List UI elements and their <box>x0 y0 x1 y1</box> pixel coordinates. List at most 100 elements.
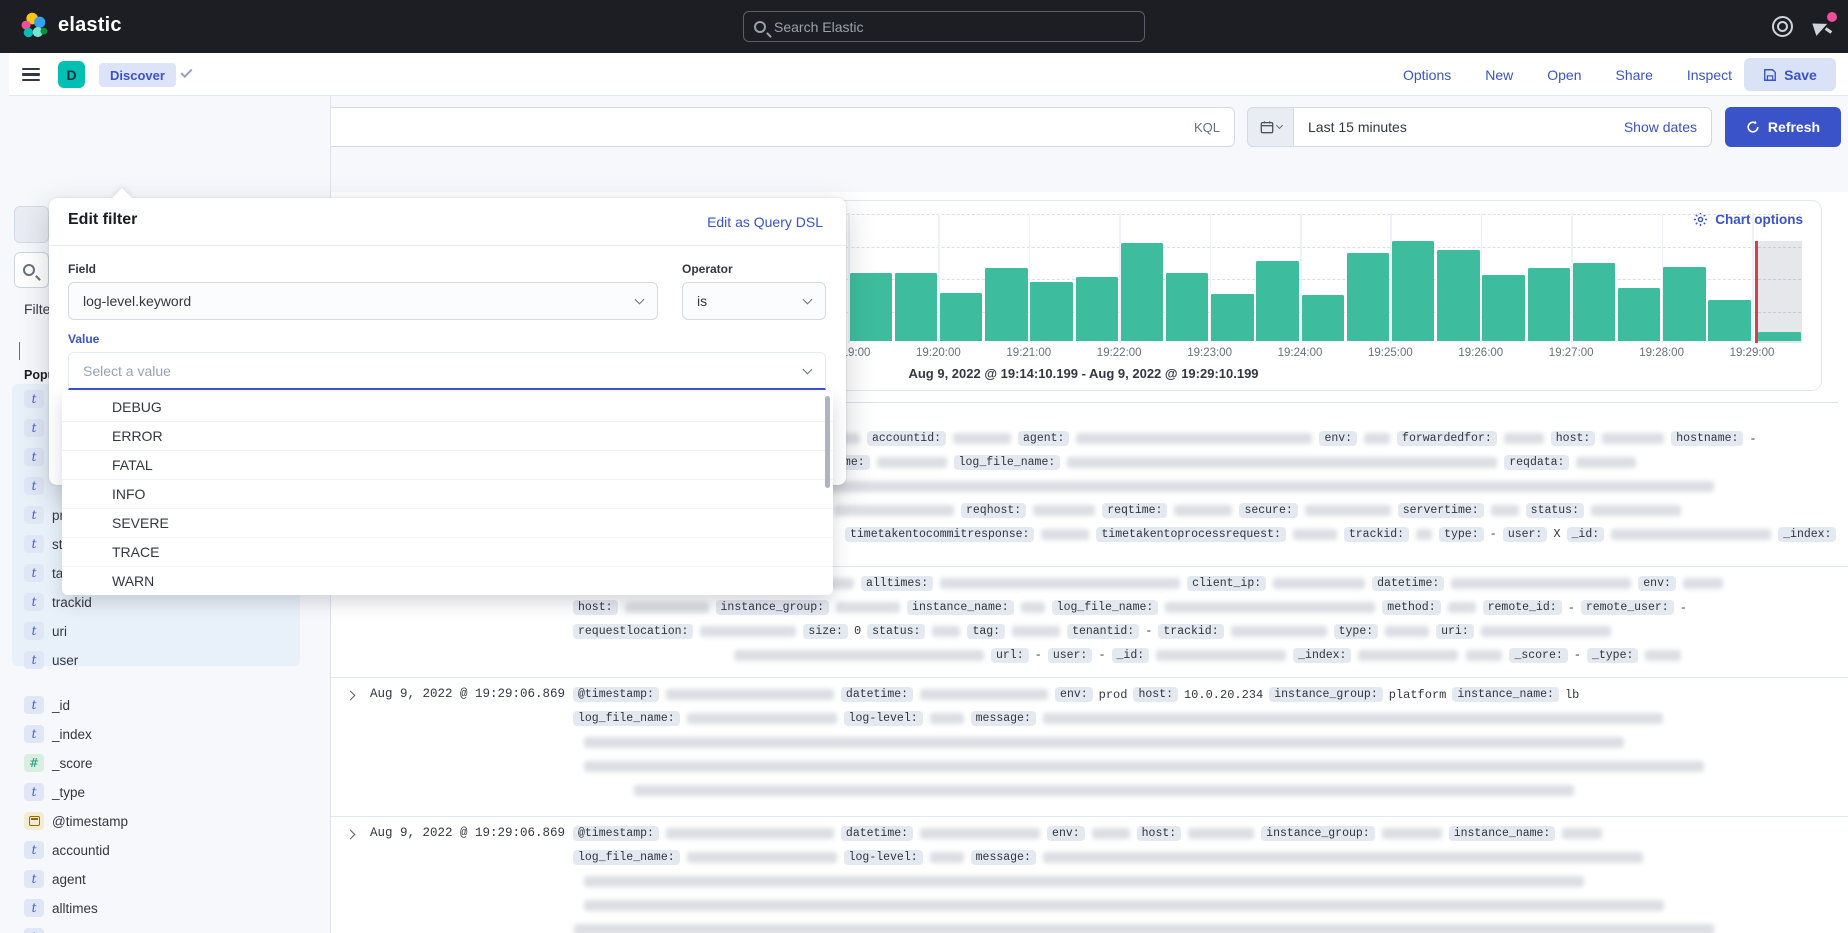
row-field-line: url:-user:-_id:_index:_score:-_type: <box>570 643 1840 667</box>
redacted-value <box>687 713 837 724</box>
sidebar-field-appname[interactable]: tappname <box>24 926 108 933</box>
row-fields: @timestamp:datetime:env:host:instance_gr… <box>570 822 1840 933</box>
operator-select[interactable]: is <box>682 282 826 320</box>
value-option-info[interactable]: INFO <box>62 479 833 508</box>
field-name-badge: instance_name: <box>1449 826 1556 841</box>
dropdown-scrollbar[interactable] <box>825 396 830 488</box>
query-language-button[interactable]: KQL <box>1194 120 1220 135</box>
row-field-line <box>570 893 1840 917</box>
field-name-badge: reqdata: <box>1504 455 1569 470</box>
redacted-value <box>1043 852 1643 863</box>
field-name-badge: message: <box>971 850 1036 865</box>
value-option-severe[interactable]: SEVERE <box>62 508 833 537</box>
field-label: trackid <box>52 595 92 610</box>
field-combobox[interactable]: log-level.keyword <box>68 282 658 320</box>
help-icon[interactable] <box>1772 16 1793 37</box>
histogram-bar <box>1663 267 1706 341</box>
histogram-bar <box>1708 300 1751 341</box>
field-name-badge: accountid: <box>867 431 946 446</box>
redacted-value <box>1293 529 1337 540</box>
field-search-input[interactable] <box>14 252 49 288</box>
value-option-trace[interactable]: TRACE <box>62 537 833 566</box>
histogram-bar <box>1302 295 1345 341</box>
field-label: Field <box>68 262 96 276</box>
histogram-bar <box>985 268 1028 341</box>
app-toolbar: D Discover Options New Open Share Inspect Sa… <box>9 53 1848 96</box>
toolbar-link-new[interactable]: New <box>1485 67 1513 83</box>
toolbar-link-share[interactable]: Share <box>1616 67 1653 83</box>
field-label: _type <box>52 785 85 800</box>
redacted-value <box>1611 529 1771 540</box>
sidebar-field-_type[interactable]: t_type <box>24 781 85 803</box>
redacted-value <box>920 689 1048 700</box>
field-label: st <box>52 537 63 552</box>
popular-field-hidden[interactable]: t <box>24 475 52 497</box>
expand-row-icon[interactable] <box>346 691 356 701</box>
popular-field-hidden[interactable]: t <box>24 388 52 410</box>
toolbar-link-options[interactable]: Options <box>1403 67 1451 83</box>
popular-field-user[interactable]: tuser <box>24 649 78 671</box>
accordion-chevron-icon[interactable] <box>19 342 20 360</box>
sidebar-field-alltimes[interactable]: talltimes <box>24 897 98 919</box>
field-name-badge: _score: <box>1509 648 1567 663</box>
histogram-bar <box>1166 273 1209 341</box>
string-field-icon: t <box>24 870 44 888</box>
edit-as-query-dsl-link[interactable]: Edit as Query DSL <box>707 214 823 230</box>
field-name-badge: type: <box>1334 624 1379 639</box>
toolbar-link-open[interactable]: Open <box>1547 67 1581 83</box>
value-option-fatal[interactable]: FATAL <box>62 450 833 479</box>
global-search-input[interactable]: Search Elastic <box>743 11 1145 42</box>
popular-field-st[interactable]: tst <box>24 533 63 555</box>
refresh-button[interactable]: Refresh <box>1725 107 1841 147</box>
string-field-icon: t <box>24 899 44 917</box>
redacted-value <box>1358 650 1458 661</box>
field-value: 10.0.20.234 <box>1184 688 1263 702</box>
sidebar-field-agent[interactable]: tagent <box>24 868 86 890</box>
sidebar-field-@timestamp[interactable]: @timestamp <box>24 810 128 832</box>
popular-field-hidden[interactable]: t <box>24 417 52 439</box>
show-dates-link[interactable]: Show dates <box>1624 119 1697 135</box>
redacted-value <box>1305 505 1391 516</box>
value-option-debug[interactable]: DEBUG <box>62 392 833 421</box>
time-range-control[interactable]: Last 15 minutes Show dates <box>1293 107 1712 147</box>
redacted-value <box>1273 578 1365 589</box>
field-name-badge: _index: <box>1778 527 1836 542</box>
toolbar-link-inspect[interactable]: Inspect <box>1687 67 1732 83</box>
time-range-value[interactable]: Last 15 minutes <box>1308 119 1624 135</box>
field-name-badge: env: <box>1319 431 1357 446</box>
breadcrumb-discover[interactable]: Discover <box>99 63 176 87</box>
popular-field-pr[interactable]: tpr <box>24 504 64 526</box>
value-combobox[interactable]: Select a value <box>68 352 826 390</box>
date-picker-menu-button[interactable] <box>1247 107 1294 147</box>
news-icon[interactable] <box>1812 17 1834 37</box>
sidebar-field-_score[interactable]: #_score <box>24 752 93 774</box>
sidebar-field-accountid[interactable]: taccountid <box>24 839 110 861</box>
value-option-error[interactable]: ERROR <box>62 421 833 450</box>
field-name-badge: forwardedfor: <box>1397 431 1497 446</box>
value-option-warn[interactable]: WARN <box>62 566 833 595</box>
histogram-bar <box>1211 294 1254 341</box>
redacted-value <box>1188 828 1254 839</box>
histogram-bar <box>1076 277 1119 341</box>
redacted-value <box>1645 650 1681 661</box>
expand-row-icon[interactable] <box>346 830 356 840</box>
popular-field-ta[interactable]: tta <box>24 562 63 584</box>
app-badge[interactable]: D <box>58 61 85 88</box>
field-name-badge: _id: <box>1567 527 1605 542</box>
field-name-badge: trackid: <box>1158 624 1223 639</box>
string-field-icon: t <box>24 390 44 408</box>
menu-icon[interactable] <box>22 68 40 81</box>
field-name-badge: trackid: <box>1344 527 1409 542</box>
save-button[interactable]: Save <box>1744 58 1836 91</box>
histogram-bar <box>1121 243 1164 341</box>
refresh-button-label: Refresh <box>1768 119 1820 135</box>
field-value: X <box>1553 527 1560 541</box>
field-name-badge: uri: <box>1436 624 1474 639</box>
data-view-picker[interactable] <box>14 206 49 243</box>
popular-field-uri[interactable]: turi <box>24 620 67 642</box>
sidebar-field-_id[interactable]: t_id <box>24 694 70 716</box>
sidebar-field-_index[interactable]: t_index <box>24 723 92 745</box>
popular-field-hidden[interactable]: t <box>24 446 52 468</box>
field-name-badge: status: <box>1526 503 1584 518</box>
field-name-badge: log_file_name: <box>573 850 680 865</box>
